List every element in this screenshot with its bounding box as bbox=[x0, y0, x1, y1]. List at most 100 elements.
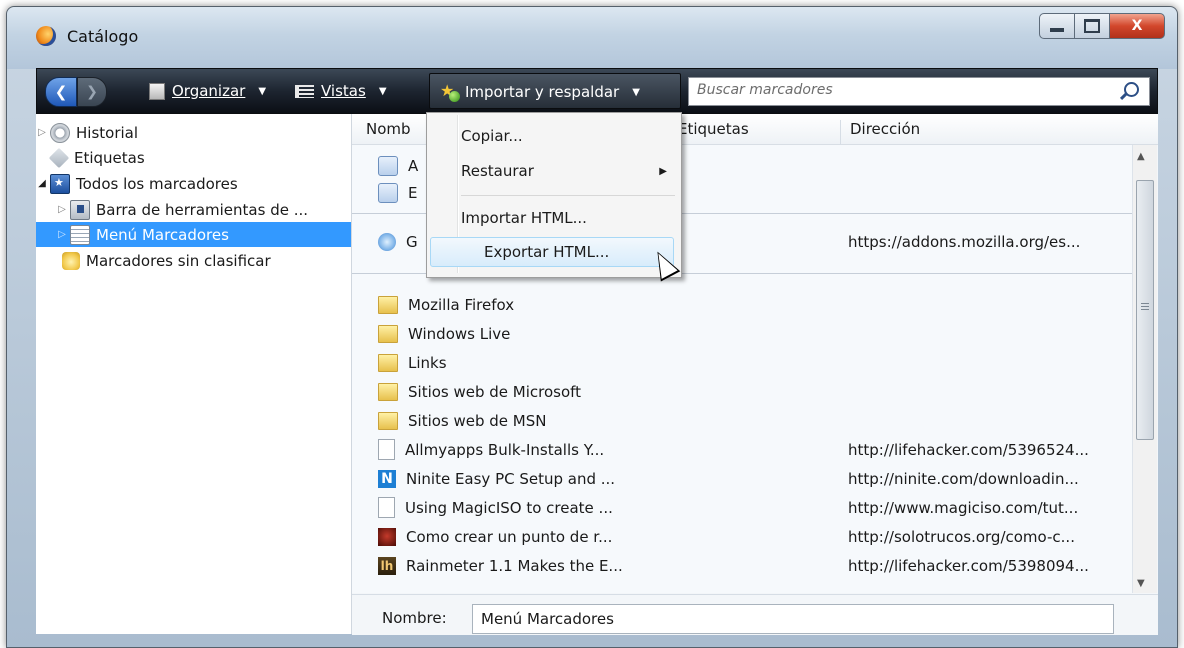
views-icon bbox=[295, 84, 314, 98]
close-button[interactable]: X bbox=[1110, 13, 1165, 39]
sidebar-item-unsorted[interactable]: Marcadores sin clasificar bbox=[36, 248, 351, 273]
vertical-scrollbar[interactable]: ▲ ▼ bbox=[1132, 145, 1157, 593]
search-engine-icon bbox=[378, 155, 398, 176]
ninite-icon: N bbox=[378, 469, 396, 488]
grip-icon bbox=[1141, 303, 1149, 312]
collapse-icon[interactable]: ◢ bbox=[36, 178, 48, 189]
folder-icon bbox=[378, 411, 398, 430]
sidebar-item-label: Historial bbox=[76, 123, 139, 142]
item-url: http://lifehacker.com/5396524... bbox=[848, 440, 1089, 459]
submenu-arrow-icon: ▶ bbox=[659, 165, 667, 177]
firefox-logo-icon bbox=[36, 26, 56, 46]
name-field-value: Menú Marcadores bbox=[481, 610, 614, 628]
item-url: http://www.magiciso.com/tut... bbox=[848, 498, 1079, 517]
item-name: Allmyapps Bulk-Installs Y... bbox=[405, 440, 605, 459]
list-item[interactable]: Windows Live bbox=[378, 319, 1128, 348]
minimize-icon bbox=[1050, 28, 1064, 32]
details-panel: Nombre: Menú Marcadores bbox=[352, 594, 1158, 635]
list-item[interactable]: N Ninite Easy PC Setup and ... http://ni… bbox=[378, 464, 1128, 493]
list-item[interactable]: Links bbox=[378, 348, 1128, 377]
list-item[interactable]: Using MagicISO to create ... http://www.… bbox=[378, 493, 1128, 522]
window-title: Catálogo bbox=[67, 27, 139, 46]
close-icon: X bbox=[1131, 18, 1143, 34]
tag-icon bbox=[48, 147, 70, 168]
folder-icon bbox=[378, 295, 398, 314]
unsorted-bookmarks-icon bbox=[62, 251, 80, 270]
expand-icon[interactable]: ▷ bbox=[36, 127, 48, 138]
item-name: Using MagicISO to create ... bbox=[405, 498, 613, 517]
sidebar-item-history[interactable]: ▷ Historial bbox=[36, 120, 351, 145]
sidebar-item-bookmarks-menu[interactable]: ▷ Menú Marcadores bbox=[36, 222, 351, 247]
menu-separator bbox=[461, 195, 675, 196]
maximize-icon bbox=[1084, 19, 1100, 33]
search-engine-icon bbox=[378, 182, 398, 203]
scroll-up-icon[interactable]: ▲ bbox=[1137, 151, 1145, 162]
toolbar: ❮ ❯ Organizar ▼ Vistas ▼ ★ Importar y re… bbox=[36, 68, 1158, 114]
sidebar-tree: ▷ Historial Etiquetas ◢ Todos los marcad… bbox=[36, 114, 352, 634]
item-name: Sitios web de MSN bbox=[408, 411, 547, 430]
menu-item-label: Copiar... bbox=[461, 127, 523, 145]
menu-item-label: Exportar HTML... bbox=[484, 243, 610, 261]
sidebar-item-label: Marcadores sin clasificar bbox=[86, 251, 271, 270]
back-button[interactable]: ❮ bbox=[45, 77, 77, 107]
minimize-button[interactable] bbox=[1039, 13, 1075, 39]
addons-icon bbox=[378, 233, 396, 251]
item-url: https://addons.mozilla.org/es... bbox=[848, 233, 1081, 251]
item-url: http://ninite.com/downloadin... bbox=[848, 469, 1079, 488]
sidebar-item-tags[interactable]: Etiquetas bbox=[36, 145, 351, 170]
sidebar-item-label: Etiquetas bbox=[74, 148, 145, 167]
list-item[interactable]: Mozilla Firefox bbox=[378, 290, 1128, 319]
menu-item-export-html[interactable]: Exportar HTML... bbox=[430, 237, 674, 267]
menu-item-copy[interactable]: Copiar... bbox=[461, 121, 671, 151]
sidebar-item-label: Menú Marcadores bbox=[96, 225, 229, 244]
chevron-down-icon: ▼ bbox=[258, 85, 267, 97]
organize-menu-button[interactable]: Organizar ▼ bbox=[149, 79, 266, 103]
list-item[interactable]: Sitios web de MSN bbox=[378, 406, 1128, 435]
folder-icon bbox=[378, 353, 398, 372]
organize-icon bbox=[149, 79, 167, 100]
menu-item-import-html[interactable]: Importar HTML... bbox=[461, 203, 671, 233]
maximize-button[interactable] bbox=[1075, 13, 1110, 39]
search-placeholder: Buscar marcadores bbox=[697, 82, 833, 98]
item-name: Ninite Easy PC Setup and ... bbox=[406, 469, 616, 488]
item-name: Mozilla Firefox bbox=[408, 295, 515, 314]
expand-icon[interactable]: ▷ bbox=[56, 229, 68, 240]
chevron-down-icon: ▼ bbox=[378, 85, 387, 97]
window-controls: X bbox=[1039, 13, 1165, 39]
sidebar-item-bookmarks-toolbar[interactable]: ▷ Barra de herramientas de ... bbox=[36, 197, 351, 222]
forward-arrow-icon: ❯ bbox=[86, 84, 98, 100]
views-menu-button[interactable]: Vistas ▼ bbox=[295, 79, 387, 103]
scrollbar-thumb[interactable] bbox=[1136, 180, 1154, 440]
menu-item-restore[interactable]: Restaurar ▶ bbox=[461, 156, 671, 186]
history-icon bbox=[50, 122, 70, 143]
item-name: Links bbox=[408, 353, 447, 372]
list-item[interactable]: Como crear un punto de r... http://solot… bbox=[378, 522, 1128, 551]
list-item[interactable]: Sitios web de Microsoft bbox=[378, 377, 1128, 406]
solotrucos-icon bbox=[378, 527, 396, 546]
sidebar-item-label: Barra de herramientas de ... bbox=[96, 200, 309, 219]
bookmarks-menu-icon bbox=[70, 224, 90, 245]
scroll-down-icon[interactable]: ▼ bbox=[1137, 578, 1145, 589]
item-name: Como crear un punto de r... bbox=[406, 527, 613, 546]
item-name: Sitios web de Microsoft bbox=[408, 382, 582, 401]
toolbar-folder-icon bbox=[70, 199, 90, 220]
name-field[interactable]: Menú Marcadores bbox=[472, 604, 1114, 634]
import-label: Importar y respaldar bbox=[465, 83, 620, 101]
search-icon[interactable] bbox=[1124, 82, 1139, 97]
expand-icon[interactable]: ▷ bbox=[56, 204, 68, 215]
column-name-header[interactable]: Nomb bbox=[366, 120, 411, 138]
list-item[interactable]: lh Rainmeter 1.1 Makes the E... http://l… bbox=[378, 551, 1128, 580]
sidebar-item-label: Todos los marcadores bbox=[76, 174, 238, 193]
search-input[interactable]: Buscar marcadores bbox=[688, 77, 1150, 106]
column-tags-header[interactable]: Etiquetas bbox=[678, 120, 749, 138]
sidebar-item-all-bookmarks[interactable]: ◢ Todos los marcadores bbox=[36, 171, 351, 196]
import-star-icon: ★ bbox=[440, 83, 460, 102]
page-icon bbox=[378, 497, 395, 518]
column-address-header[interactable]: Dirección bbox=[850, 120, 920, 138]
import-backup-menu-button[interactable]: ★ Importar y respaldar ▼ bbox=[429, 73, 681, 109]
forward-button[interactable]: ❯ bbox=[77, 77, 107, 107]
list-item[interactable]: Allmyapps Bulk-Installs Y... http://life… bbox=[378, 435, 1128, 464]
menu-item-label: Restaurar bbox=[461, 162, 534, 180]
folder-icon bbox=[378, 324, 398, 343]
back-arrow-icon: ❮ bbox=[54, 83, 68, 101]
